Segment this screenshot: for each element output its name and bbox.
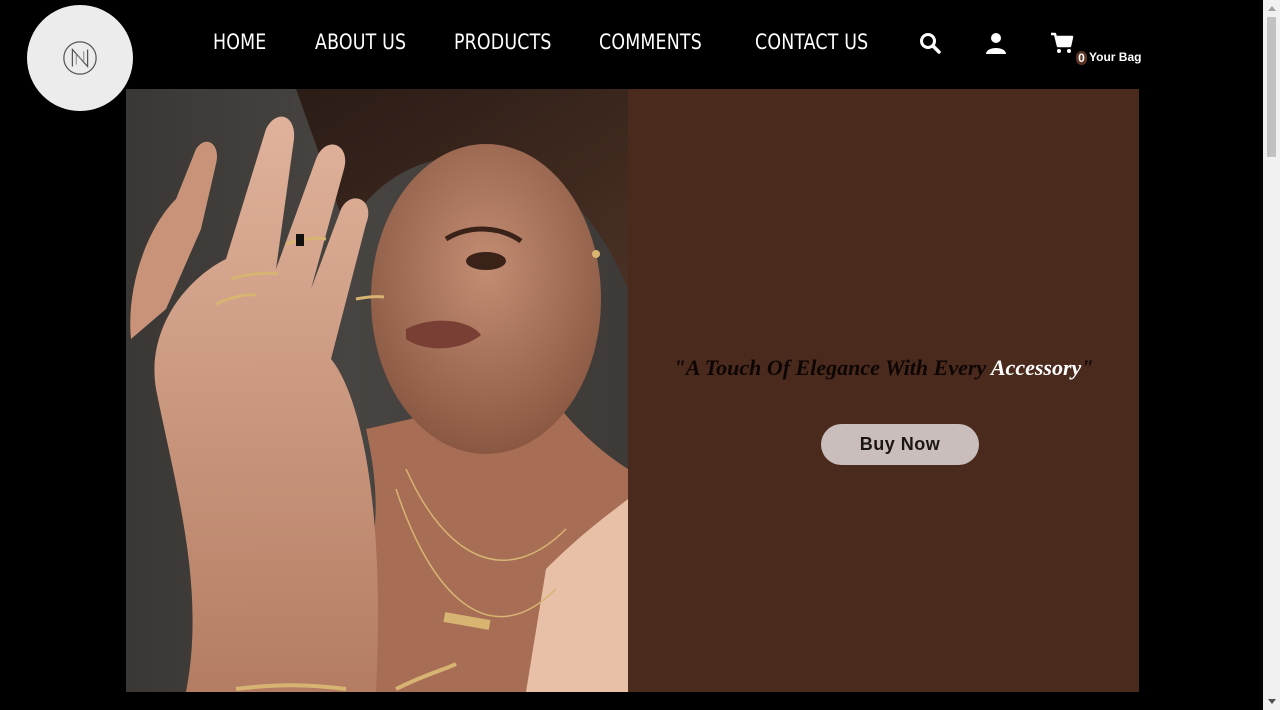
search-icon [920, 33, 941, 54]
user-icon [986, 33, 1006, 54]
buy-now-button[interactable]: Buy Now [821, 424, 979, 465]
hero-image [126, 89, 628, 692]
woman-with-jewelry-image [130, 89, 628, 692]
nav-about-us[interactable]: ABOUT US [315, 30, 406, 54]
monogram-n-logo-icon [63, 41, 97, 75]
hero-tagline: "A Touch Of Elegance With Every Accessor… [628, 355, 1139, 381]
cart-button[interactable] [1049, 30, 1075, 56]
main-nav: HOME ABOUT US PRODUCTS COMMENTS CONTACT … [0, 30, 1200, 60]
tagline-suffix: " [1081, 355, 1094, 380]
hero-section: "A Touch Of Elegance With Every Accessor… [126, 89, 1139, 692]
scroll-thumb[interactable] [1267, 17, 1276, 157]
nav-products[interactable]: PRODUCTS [454, 30, 552, 54]
hero-panel: "A Touch Of Elegance With Every Accessor… [628, 89, 1139, 692]
nav-comments[interactable]: COMMENTS [599, 30, 702, 54]
cart-icon [1051, 32, 1074, 53]
scroll-up-arrow-icon[interactable] [1263, 0, 1280, 17]
tagline-prefix: "A Touch Of Elegance With Every [673, 355, 991, 380]
brand-logo[interactable] [27, 5, 133, 111]
nav-contact-us[interactable]: CONTACT US [755, 30, 868, 54]
vertical-scrollbar[interactable] [1263, 0, 1280, 710]
bag-count-badge: 0 [1076, 51, 1087, 65]
your-bag-link[interactable]: Your Bag [1089, 50, 1141, 64]
scroll-down-arrow-icon[interactable] [1263, 693, 1280, 710]
page: HOME ABOUT US PRODUCTS COMMENTS CONTACT … [0, 0, 1280, 710]
search-button[interactable] [917, 30, 943, 56]
tagline-accent: Accessory [990, 355, 1082, 380]
nav-home[interactable]: HOME [213, 30, 266, 54]
account-button[interactable] [983, 30, 1009, 56]
